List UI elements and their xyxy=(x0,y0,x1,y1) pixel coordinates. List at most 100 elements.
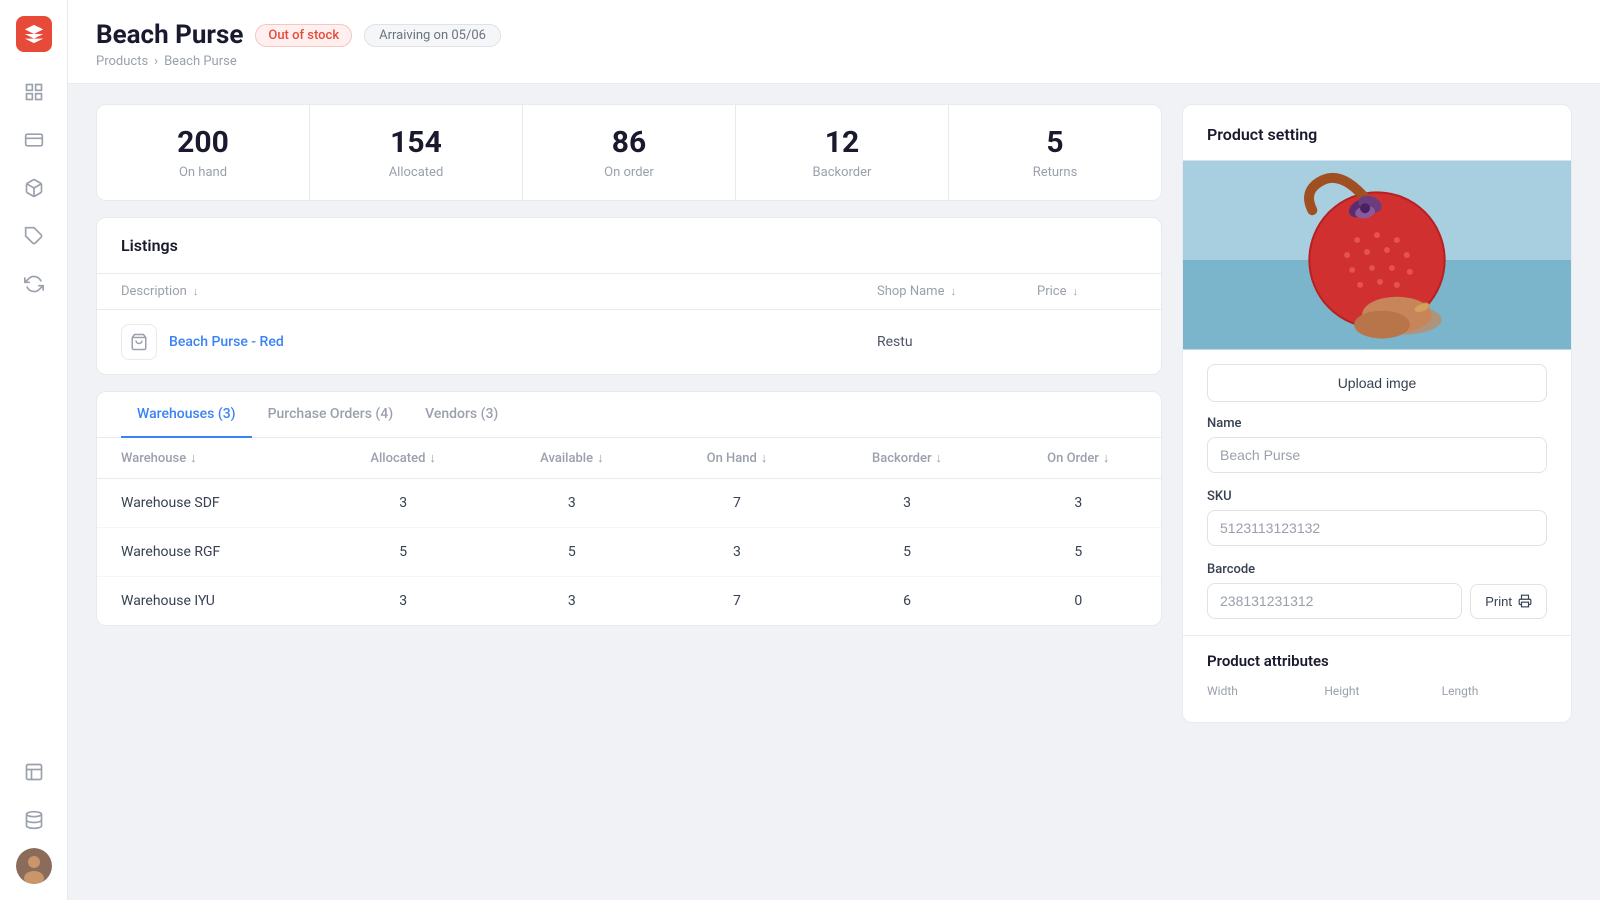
wh-col-warehouse[interactable]: Warehouse ↓ xyxy=(97,438,318,479)
product-settings-title: Product setting xyxy=(1183,105,1571,160)
wh-cell-backorder: 3 xyxy=(819,479,996,528)
wh-cell-on-hand: 3 xyxy=(655,528,818,577)
stat-on-order: 86 On order xyxy=(523,105,736,200)
description-sort-icon: ↓ xyxy=(193,285,199,298)
tabs-container: Warehouses (3) Purchase Orders (4) Vendo… xyxy=(97,392,1161,438)
stats-row: 200 On hand 154 Allocated 86 On order 12… xyxy=(96,104,1162,201)
barcode-input[interactable] xyxy=(1207,583,1462,619)
stat-on-hand-value: 200 xyxy=(121,125,285,161)
listing-row[interactable]: Beach Purse - Red Restu xyxy=(97,310,1161,374)
wh-sort-allocated: ↓ xyxy=(429,450,436,466)
listings-card: Listings Description ↓ Shop Name ↓ Price… xyxy=(96,217,1162,375)
warehouse-table-row: Warehouse RGF 5 5 3 5 5 xyxy=(97,528,1161,577)
packages-icon[interactable] xyxy=(14,168,54,208)
app-logo[interactable] xyxy=(16,16,52,52)
stat-on-hand: 200 On hand xyxy=(97,105,310,200)
storage-icon[interactable] xyxy=(14,800,54,840)
sync-icon[interactable] xyxy=(14,264,54,304)
wh-sort-available: ↓ xyxy=(597,450,604,466)
wh-cell-allocated: 3 xyxy=(318,577,488,626)
listing-item-name[interactable]: Beach Purse - Red xyxy=(169,334,877,350)
length-label: Length xyxy=(1442,684,1547,698)
name-label: Name xyxy=(1207,416,1547,431)
wh-cell-on-order: 0 xyxy=(996,577,1161,626)
wh-col-on-order[interactable]: On Order ↓ xyxy=(996,438,1161,479)
listings-col-description[interactable]: Description ↓ xyxy=(121,284,877,299)
barcode-field-group: Barcode Print xyxy=(1183,562,1571,635)
wh-cell-available: 5 xyxy=(488,528,655,577)
billing-icon[interactable] xyxy=(14,120,54,160)
listings-table-header: Description ↓ Shop Name ↓ Price ↓ xyxy=(97,274,1161,310)
tab-vendors[interactable]: Vendors (3) xyxy=(409,392,514,438)
stat-backorder-value: 12 xyxy=(760,125,924,161)
stat-allocated-value: 154 xyxy=(334,125,498,161)
warehouse-table-row: Warehouse IYU 3 3 7 6 0 xyxy=(97,577,1161,626)
wh-cell-on-order: 3 xyxy=(996,479,1161,528)
stat-backorder: 12 Backorder xyxy=(736,105,949,200)
warehouse-table: Warehouse ↓ Allocated ↓ Available ↓ On H… xyxy=(97,438,1161,625)
name-field-group: Name xyxy=(1183,416,1571,489)
wh-cell-name: Warehouse RGF xyxy=(97,528,318,577)
sku-field-group: SKU xyxy=(1183,489,1571,562)
left-panel: 200 On hand 154 Allocated 86 On order 12… xyxy=(96,104,1162,880)
page-header: Beach Purse Out of stock Arraiving on 05… xyxy=(68,0,1600,84)
wh-cell-backorder: 5 xyxy=(819,528,996,577)
height-label: Height xyxy=(1324,684,1429,698)
inventory-icon[interactable] xyxy=(14,72,54,112)
wh-cell-on-hand: 7 xyxy=(655,577,818,626)
wh-sort-backorder: ↓ xyxy=(936,450,943,466)
stat-on-order-label: On order xyxy=(547,165,711,180)
upload-image-button[interactable]: Upload imge xyxy=(1207,364,1547,402)
wh-sort-on-hand: ↓ xyxy=(761,450,768,466)
content-area: 200 On hand 154 Allocated 86 On order 12… xyxy=(68,84,1600,900)
sku-label: SKU xyxy=(1207,489,1547,504)
wh-cell-on-order: 5 xyxy=(996,528,1161,577)
breadcrumb-current: Beach Purse xyxy=(164,54,237,69)
barcode-row: Print xyxy=(1207,583,1547,619)
sku-input[interactable] xyxy=(1207,510,1547,546)
sidebar xyxy=(0,0,68,900)
wh-cell-available: 3 xyxy=(488,479,655,528)
tab-warehouses[interactable]: Warehouses (3) xyxy=(121,392,252,438)
tags-icon[interactable] xyxy=(14,216,54,256)
page-title: Beach Purse xyxy=(96,20,243,50)
wh-cell-allocated: 3 xyxy=(318,479,488,528)
shop-sort-icon: ↓ xyxy=(950,285,956,298)
user-avatar[interactable] xyxy=(16,848,52,884)
stat-allocated-label: Allocated xyxy=(334,165,498,180)
wh-cell-name: Warehouse SDF xyxy=(97,479,318,528)
listings-col-price[interactable]: Price ↓ xyxy=(1037,284,1137,299)
listing-item-icon xyxy=(121,324,157,360)
wh-cell-allocated: 5 xyxy=(318,528,488,577)
wh-col-backorder[interactable]: Backorder ↓ xyxy=(819,438,996,479)
wh-col-available[interactable]: Available ↓ xyxy=(488,438,655,479)
product-image xyxy=(1183,160,1571,350)
listings-col-shop[interactable]: Shop Name ↓ xyxy=(877,284,1037,299)
print-label: Print xyxy=(1485,594,1512,609)
product-attributes-section: Product attributes Width Height Length xyxy=(1183,635,1571,722)
tab-purchase-orders[interactable]: Purchase Orders (4) xyxy=(252,392,410,438)
arriving-badge: Arraiving on 05/06 xyxy=(364,24,501,47)
out-of-stock-badge: Out of stock xyxy=(255,24,352,47)
width-attribute: Width xyxy=(1207,684,1312,702)
breadcrumb-parent[interactable]: Products xyxy=(96,54,148,69)
stat-returns-label: Returns xyxy=(973,165,1137,180)
breadcrumb: Products › Beach Purse xyxy=(96,54,1572,83)
price-sort-icon: ↓ xyxy=(1072,285,1078,298)
barcode-label: Barcode xyxy=(1207,562,1547,577)
length-attribute: Length xyxy=(1442,684,1547,702)
wh-cell-backorder: 6 xyxy=(819,577,996,626)
wh-cell-available: 3 xyxy=(488,577,655,626)
name-input[interactable] xyxy=(1207,437,1547,473)
stat-allocated: 154 Allocated xyxy=(310,105,523,200)
wh-cell-name: Warehouse IYU xyxy=(97,577,318,626)
layout-icon[interactable] xyxy=(14,752,54,792)
height-attribute: Height xyxy=(1324,684,1429,702)
wh-col-on-hand[interactable]: On Hand ↓ xyxy=(655,438,818,479)
wh-col-allocated[interactable]: Allocated ↓ xyxy=(318,438,488,479)
print-button[interactable]: Print xyxy=(1470,584,1547,619)
stat-returns-value: 5 xyxy=(973,125,1137,161)
warehouse-table-row: Warehouse SDF 3 3 7 3 3 xyxy=(97,479,1161,528)
listing-item-shop: Restu xyxy=(877,334,1037,350)
wh-sort-warehouse: ↓ xyxy=(190,450,197,466)
